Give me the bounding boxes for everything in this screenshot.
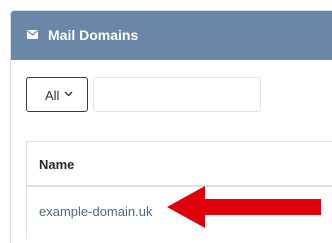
- filter-dropdown[interactable]: All: [26, 77, 88, 112]
- panel-header: Mail Domains: [11, 11, 332, 60]
- envelope-icon: [27, 30, 38, 39]
- domain-link[interactable]: example-domain.uk: [39, 204, 152, 219]
- filter-selected-value: All: [45, 88, 60, 103]
- page: Mail Domains All Name example-domain.uk: [0, 0, 332, 243]
- search-input[interactable]: [93, 77, 261, 112]
- annotation-arrow: [167, 186, 321, 228]
- column-header-name[interactable]: Name: [39, 157, 74, 172]
- table-header: Name: [27, 142, 332, 187]
- chevron-down-icon: [64, 91, 73, 97]
- panel-title: Mail Domains: [48, 27, 139, 43]
